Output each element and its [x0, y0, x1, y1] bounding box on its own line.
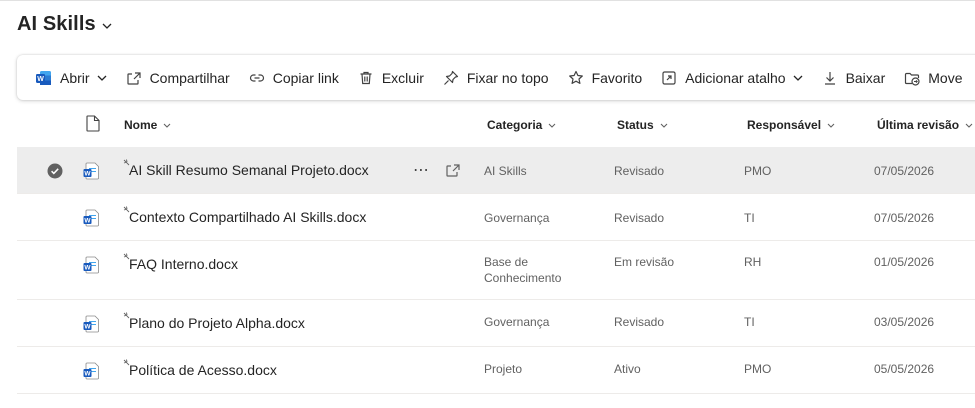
file-type-icon[interactable]	[86, 115, 100, 132]
table-row[interactable]: W AI Skill Resumo Semanal Projeto.docx ⋯…	[17, 147, 975, 194]
file-name-link[interactable]: AI Skill Resumo Semanal Projeto.docx	[129, 162, 369, 178]
share-button[interactable]: Compartilhar	[121, 62, 235, 94]
top-divider	[0, 0, 975, 1]
column-header-owner[interactable]: Responsável	[747, 118, 835, 132]
more-actions-icon[interactable]: ⋯	[413, 160, 430, 180]
date-cell: 07/05/2026	[874, 211, 935, 225]
trash-icon	[360, 71, 372, 84]
column-header-status[interactable]: Status	[617, 118, 668, 132]
chevron-down-icon	[102, 23, 112, 29]
pin-to-top-button[interactable]: Fixar no topo	[438, 62, 554, 94]
owner-cell: RH	[744, 255, 762, 269]
share-icon	[126, 71, 141, 85]
table-row[interactable]: W Política de Acesso.docx Projeto Ativo …	[17, 347, 975, 394]
open-label: Abrir	[60, 69, 90, 86]
date-cell: 07/05/2026	[874, 164, 935, 178]
column-owner-label: Responsável	[747, 118, 822, 132]
share-icon[interactable]	[445, 162, 461, 178]
file-name-link[interactable]: Política de Acesso.docx	[129, 362, 277, 378]
svg-text:W: W	[84, 323, 91, 330]
svg-text:W: W	[84, 370, 91, 377]
column-name-label: Nome	[124, 118, 158, 132]
svg-text:W: W	[37, 76, 44, 83]
category-cell: Base de Conhecimento	[484, 255, 562, 285]
word-document-icon: W	[83, 162, 99, 180]
category-cell: AI Skills	[484, 164, 527, 178]
status-cell: Em revisão	[614, 255, 675, 269]
category-cell: Governança	[484, 211, 550, 225]
share-label: Compartilhar	[149, 69, 230, 86]
pin-icon	[443, 70, 458, 85]
owner-cell: PMO	[744, 164, 772, 178]
table-row[interactable]: W FAQ Interno.docx Base de Conhecimento …	[17, 241, 975, 300]
category-cell: Governança	[484, 315, 550, 329]
column-header-last-revision[interactable]: Última revisão	[877, 118, 973, 132]
column-header-name[interactable]: Nome	[124, 118, 171, 132]
download-label: Baixar	[845, 69, 886, 86]
folder-move-icon	[905, 72, 920, 86]
file-name-link[interactable]: Contexto Compartilhado AI Skills.docx	[129, 209, 366, 225]
status-cell: Revisado	[614, 211, 665, 225]
move-label: Move	[928, 69, 963, 86]
owner-cell: TI	[744, 211, 755, 225]
move-button[interactable]: Move	[899, 62, 967, 94]
chevron-down-icon	[827, 123, 835, 128]
chevron-down-icon	[97, 75, 107, 81]
command-bar: W Abrir Compartilhar Copiar link Excluir…	[17, 55, 975, 100]
chevron-down-icon	[548, 123, 556, 128]
library-title: AI Skills	[17, 13, 96, 35]
copy-link-label: Copiar link	[272, 69, 339, 86]
add-shortcut-label: Adicionar atalho	[685, 69, 786, 86]
svg-text:W: W	[84, 170, 91, 177]
download-button[interactable]: Baixar	[817, 62, 891, 94]
status-cell: Revisado	[614, 315, 665, 329]
chevron-down-icon	[793, 75, 803, 81]
favorite-button[interactable]: Favorito	[563, 62, 648, 94]
chevron-down-icon	[965, 123, 973, 128]
owner-cell: PMO	[744, 362, 772, 376]
word-document-icon: W	[83, 362, 99, 380]
chevron-down-icon	[660, 123, 668, 128]
file-name-link[interactable]: Plano do Projeto Alpha.docx	[129, 315, 305, 331]
add-shortcut-button[interactable]: Adicionar atalho	[656, 62, 807, 94]
download-icon	[824, 71, 835, 85]
pin-label: Fixar no topo	[466, 69, 549, 86]
delete-button[interactable]: Excluir	[353, 62, 429, 94]
column-status-label: Status	[617, 118, 654, 132]
word-document-icon: W	[83, 315, 99, 333]
date-cell: 05/05/2026	[874, 362, 935, 376]
category-cell: Projeto	[484, 362, 523, 376]
word-icon: W	[36, 70, 51, 85]
list-header: Nome Categoria Status Responsável Última…	[17, 103, 975, 147]
status-cell: Ativo	[614, 362, 641, 376]
svg-text:W: W	[84, 217, 91, 224]
library-title-dropdown[interactable]: AI Skills	[17, 13, 112, 36]
column-category-label: Categoria	[487, 118, 543, 132]
svg-text:W: W	[84, 264, 91, 271]
word-document-icon: W	[83, 209, 99, 227]
status-cell: Revisado	[614, 164, 665, 178]
file-name-link[interactable]: FAQ Interno.docx	[129, 256, 238, 272]
date-cell: 03/05/2026	[874, 315, 935, 329]
owner-cell: TI	[744, 315, 755, 329]
column-last-revision-label: Última revisão	[877, 118, 960, 132]
table-row[interactable]: W Contexto Compartilhado AI Skills.docx …	[17, 194, 975, 241]
table-row[interactable]: W Plano do Projeto Alpha.docx Governança…	[17, 300, 975, 347]
chevron-down-icon	[163, 123, 171, 128]
star-icon	[568, 70, 583, 84]
open-button[interactable]: W Abrir	[31, 62, 112, 94]
shortcut-icon	[662, 70, 676, 85]
document-list: Nome Categoria Status Responsável Última…	[17, 103, 975, 394]
word-document-icon: W	[83, 256, 99, 274]
copy-link-button[interactable]: Copiar link	[244, 62, 344, 94]
checkmark-circle-icon[interactable]	[47, 163, 63, 179]
column-header-category[interactable]: Categoria	[487, 118, 556, 132]
delete-label: Excluir	[381, 69, 424, 86]
date-cell: 01/05/2026	[874, 255, 935, 269]
favorite-label: Favorito	[591, 69, 643, 86]
link-icon	[249, 73, 264, 82]
